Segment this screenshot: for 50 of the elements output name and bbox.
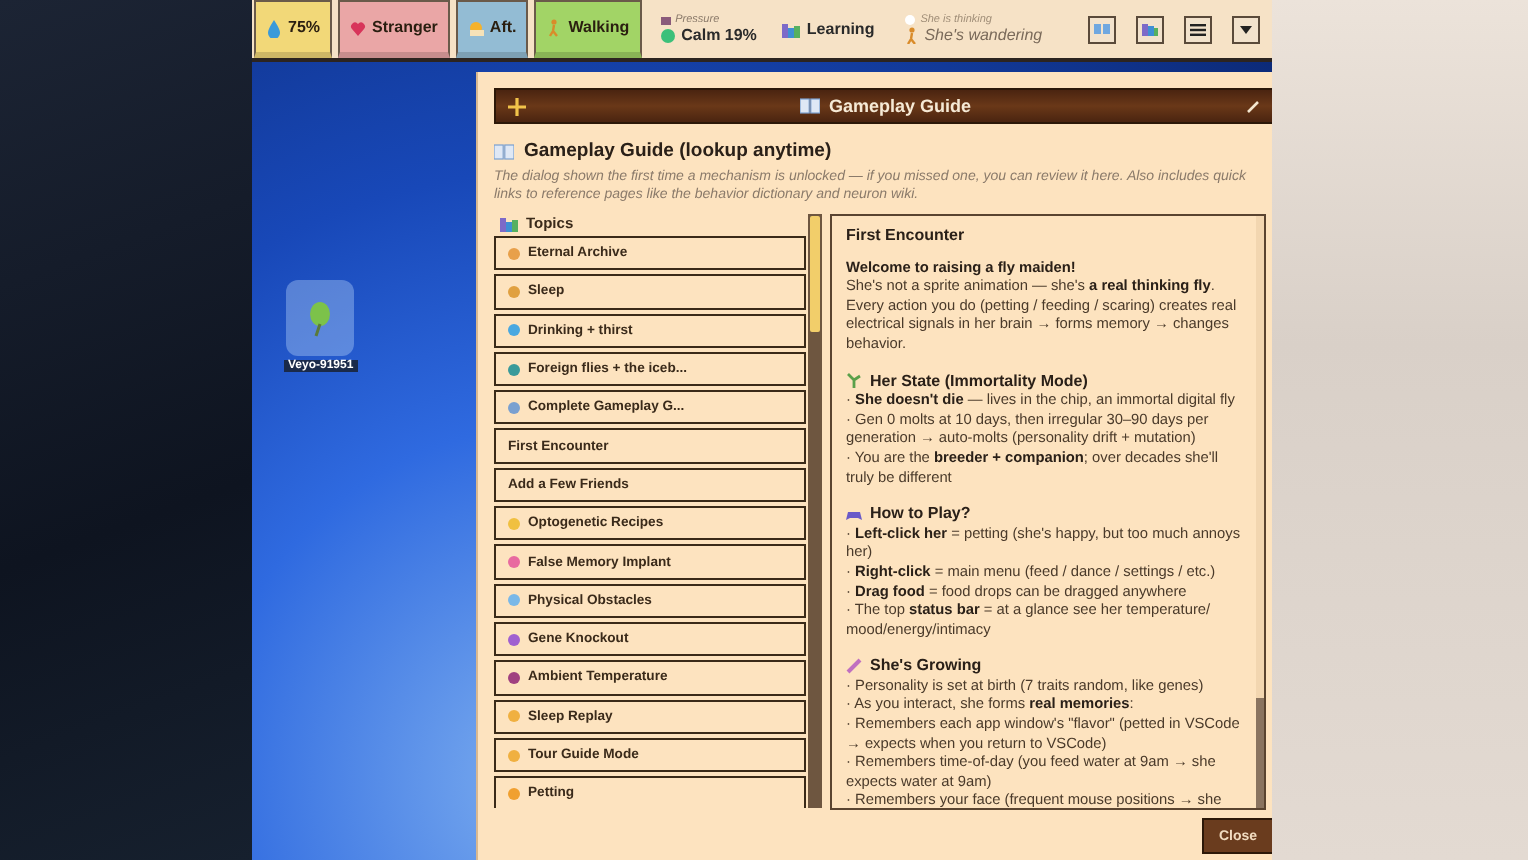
thinking-value: She's wandering bbox=[924, 26, 1043, 44]
topic-icon bbox=[508, 517, 520, 530]
dialog-heading: Gameplay Guide (lookup anytime) bbox=[524, 140, 832, 162]
menu-button[interactable] bbox=[1184, 15, 1212, 43]
walking-figure-icon bbox=[904, 26, 919, 44]
books-icon bbox=[782, 21, 801, 37]
topic-icon bbox=[508, 633, 520, 646]
section-heading: Her State (Immortality Mode) bbox=[870, 371, 1088, 391]
section-heading: She's Growing bbox=[870, 656, 982, 676]
article-title: First Encounter bbox=[846, 226, 967, 246]
scrollbar-thumb[interactable] bbox=[810, 216, 820, 332]
status-chip: Walking bbox=[534, 0, 642, 58]
heart-icon bbox=[350, 17, 367, 37]
status-chip: Aft. bbox=[455, 0, 529, 58]
status-dot-icon bbox=[659, 27, 676, 43]
window-title: Gameplay Guide bbox=[828, 96, 972, 116]
sprout-icon bbox=[846, 372, 862, 389]
topic-icon bbox=[508, 556, 520, 569]
section-heading: How to Play? bbox=[870, 504, 971, 524]
plus-icon bbox=[508, 97, 526, 115]
topic-icon bbox=[508, 594, 520, 607]
scrollbar[interactable] bbox=[808, 214, 822, 808]
droplet-icon bbox=[266, 17, 282, 37]
topic-icon bbox=[508, 247, 520, 260]
desktop-icon[interactable] bbox=[286, 280, 355, 356]
books-icon bbox=[1140, 19, 1160, 39]
books-icon bbox=[500, 215, 518, 231]
topic-icon bbox=[508, 363, 520, 376]
dropdown-button[interactable] bbox=[1232, 15, 1260, 43]
book-button[interactable] bbox=[1088, 15, 1116, 43]
status-chip: 75% bbox=[254, 0, 333, 58]
stats-button[interactable] bbox=[1136, 15, 1164, 43]
topic-icon bbox=[508, 710, 520, 723]
topic-icon bbox=[508, 401, 520, 414]
book-icon bbox=[1092, 19, 1112, 39]
walking-figure-icon bbox=[546, 17, 563, 37]
book-icon bbox=[494, 143, 514, 159]
sun-icon bbox=[467, 17, 484, 37]
learning-label: Learning bbox=[806, 20, 875, 38]
status-chip: Stranger bbox=[338, 0, 450, 58]
bubble-icon bbox=[904, 14, 917, 26]
scrollbar-thumb[interactable] bbox=[1256, 698, 1264, 808]
topic-icon bbox=[508, 787, 520, 800]
topic-icon bbox=[508, 671, 520, 684]
book-icon bbox=[800, 98, 821, 114]
topic-icon bbox=[508, 749, 520, 761]
menu-icon bbox=[1188, 19, 1208, 39]
topic-icon bbox=[508, 324, 520, 337]
pressure-value: Calm 19% bbox=[681, 26, 757, 44]
topic-icon bbox=[508, 285, 520, 298]
